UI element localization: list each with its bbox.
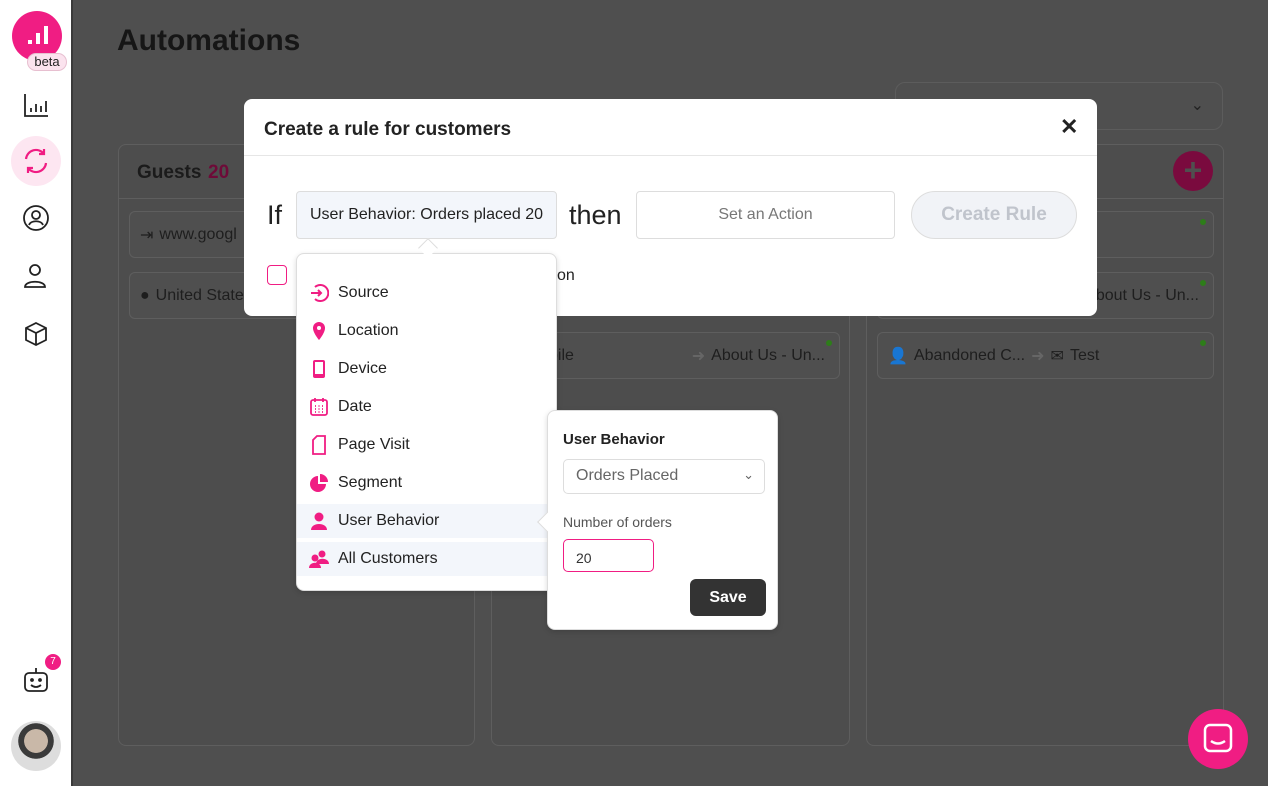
user-behavior-popover: User Behavior Orders Placed ⌄ Number of o… [537,410,778,630]
sync-icon[interactable] [18,143,54,179]
tablet-icon [313,360,325,378]
analytics-icon[interactable] [18,87,54,123]
popover-title: User Behavior [563,431,665,448]
calendar-icon [310,398,328,416]
menu-item-user-behavior[interactable]: User Behavior [297,504,547,538]
column-count: 20 [208,162,230,183]
audience-icon[interactable] [18,200,54,236]
arrow-right-icon: ➜ [1031,347,1045,365]
menu-item-label: Page Visit [338,436,410,453]
avatar[interactable] [11,721,61,771]
pie-icon [310,474,328,492]
card-to: bout Us - Un... [1095,286,1199,304]
page-icon [312,435,326,455]
menu-item-label: Source [338,284,389,301]
box-icon[interactable] [18,316,54,352]
modal-header: Create a rule for customers ✕ [244,99,1097,156]
card-from: Abandoned C... [913,346,1026,364]
chat-icon [1203,723,1233,753]
condition-menu: Source Location Device Date Page Visit S… [296,253,557,591]
sidebar: beta 7 [0,0,73,786]
user-icon [311,512,327,530]
user-icon[interactable] [18,258,54,294]
column-title: Guests [137,162,202,183]
menu-item-label: All Customers [338,550,438,567]
status-dot [1200,280,1206,286]
menu-item-location[interactable]: Location [297,314,547,348]
condition-field[interactable]: User Behavior: Orders placed 20 [296,191,557,239]
arrow-right-icon: ➜ [691,347,706,365]
source-icon [311,284,329,302]
user-icon: 👤 [888,347,908,365]
checkbox-label: on [557,267,575,284]
source-icon: ⇥ [140,226,154,244]
behavior-select[interactable]: Orders Placed ⌄ [563,459,765,494]
menu-item-label: Location [338,322,399,339]
create-rule-button[interactable]: Create Rule [911,191,1077,239]
users-icon [309,550,329,568]
chat-launcher-button[interactable] [1188,709,1248,769]
save-button[interactable]: Save [690,579,766,616]
status-dot [1200,219,1206,225]
menu-item-label: Date [338,398,372,415]
status-dot [826,340,832,346]
then-label: then [569,200,622,230]
chevron-down-icon: ⌄ [743,467,754,482]
menu-item-segment[interactable]: Segment [297,466,547,500]
rule-card[interactable]: 👤 Abandoned C... ➜ ✉ Test [877,332,1214,379]
page-title: Automations [117,24,301,57]
beta-badge: beta [27,53,67,71]
status-dot [1200,340,1206,346]
card-to: Test [1069,346,1100,364]
menu-item-label: Device [338,360,387,377]
number-label: Number of orders [563,514,672,530]
add-rule-button[interactable]: + [1173,151,1213,191]
menu-item-device[interactable]: Device [297,352,547,386]
chevron-down-icon: ⌄ [1190,97,1204,114]
if-label: If [267,200,283,230]
card-from: www.googl [159,225,237,243]
select-value: Orders Placed [576,467,679,484]
menu-item-all-customers[interactable]: All Customers [297,542,547,576]
checkbox[interactable] [267,265,287,285]
location-pin-icon: ● [140,286,150,304]
mail-icon: ✉ [1050,347,1064,365]
card-from: United State [155,286,244,304]
menu-item-label: Segment [338,474,403,491]
number-of-orders-input[interactable]: 20 [563,539,654,572]
menu-item-date[interactable]: Date [297,390,547,424]
location-pin-icon [313,322,325,340]
modal-title: Create a rule for customers [264,119,512,140]
menu-item-page-visit[interactable]: Page Visit [297,428,547,462]
menu-item-label: User Behavior [338,512,440,529]
menu-item-source[interactable]: Source [297,276,547,310]
card-to: About Us - Un... [711,346,825,364]
close-icon[interactable]: ✕ [1060,114,1078,140]
set-action-field[interactable]: Set an Action [636,191,895,239]
notification-badge: 7 [45,654,61,670]
